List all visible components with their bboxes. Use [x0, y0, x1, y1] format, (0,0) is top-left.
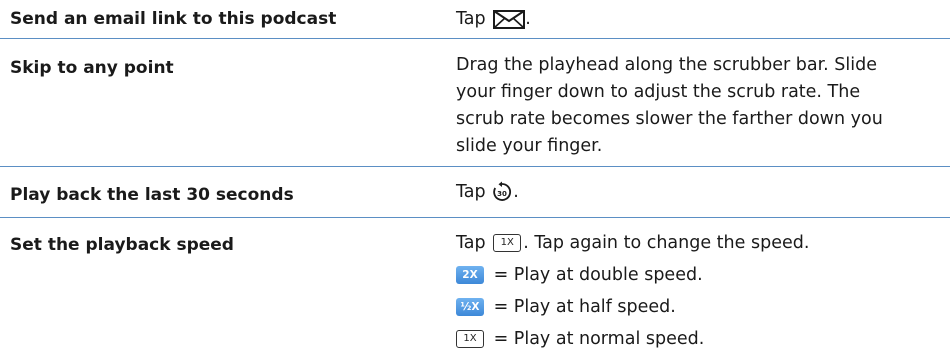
- instruction-line: 2X = Play at double speed.: [456, 259, 936, 291]
- action-cell: Set the playback speed: [10, 235, 430, 255]
- action-text: Send an email link to this podcast: [10, 9, 337, 29]
- instruction-table: Send an email link to this podcast Tap .…: [0, 0, 950, 360]
- instruction-line: 1X = Play at normal speed.: [456, 323, 936, 355]
- instruction-line: slide your finger.: [456, 136, 603, 156]
- table-row: Send an email link to this podcast Tap .: [0, 0, 950, 39]
- speed-1x-icon: 1X: [493, 234, 522, 252]
- instruction-line: Drag the playhead along the scrubber bar…: [456, 55, 878, 75]
- table-row: Set the playback speed Tap 1X. Tap again…: [0, 218, 950, 360]
- instruction-cell: Tap .: [456, 6, 936, 33]
- table-row: Play back the last 30 seconds Tap 30 .: [0, 167, 950, 218]
- instruction-line: ½X = Play at half speed.: [456, 291, 936, 323]
- action-cell: Skip to any point: [10, 58, 430, 78]
- replay-30-icon: 30: [491, 181, 513, 203]
- instruction-line: Tap 30 .: [456, 181, 519, 203]
- speed-2x-icon: 2X: [456, 266, 484, 284]
- speed-1x-icon: 1X: [456, 330, 484, 348]
- action-text: Set the playback speed: [10, 235, 234, 255]
- action-cell: Send an email link to this podcast: [10, 9, 430, 29]
- instruction-line: Tap .: [456, 9, 531, 29]
- action-text: Play back the last 30 seconds: [10, 185, 294, 205]
- instruction-line: Tap 1X. Tap again to change the speed.: [456, 233, 810, 253]
- action-text: Skip to any point: [10, 58, 174, 78]
- instruction-cell: Tap 30 .: [456, 179, 936, 206]
- action-cell: Play back the last 30 seconds: [10, 185, 430, 205]
- instruction-line: scrub rate becomes slower the farther do…: [456, 109, 883, 129]
- mail-icon: [493, 9, 526, 29]
- instruction-cell: Tap 1X. Tap again to change the speed. 2…: [456, 227, 936, 355]
- speed-half-icon: ½X: [456, 298, 484, 316]
- svg-text:30: 30: [497, 190, 507, 198]
- instruction-cell: Drag the playhead along the scrubber bar…: [456, 52, 936, 160]
- instruction-line: your finger down to adjust the scrub rat…: [456, 82, 861, 102]
- table-row: Skip to any point Drag the playhead alon…: [0, 39, 950, 167]
